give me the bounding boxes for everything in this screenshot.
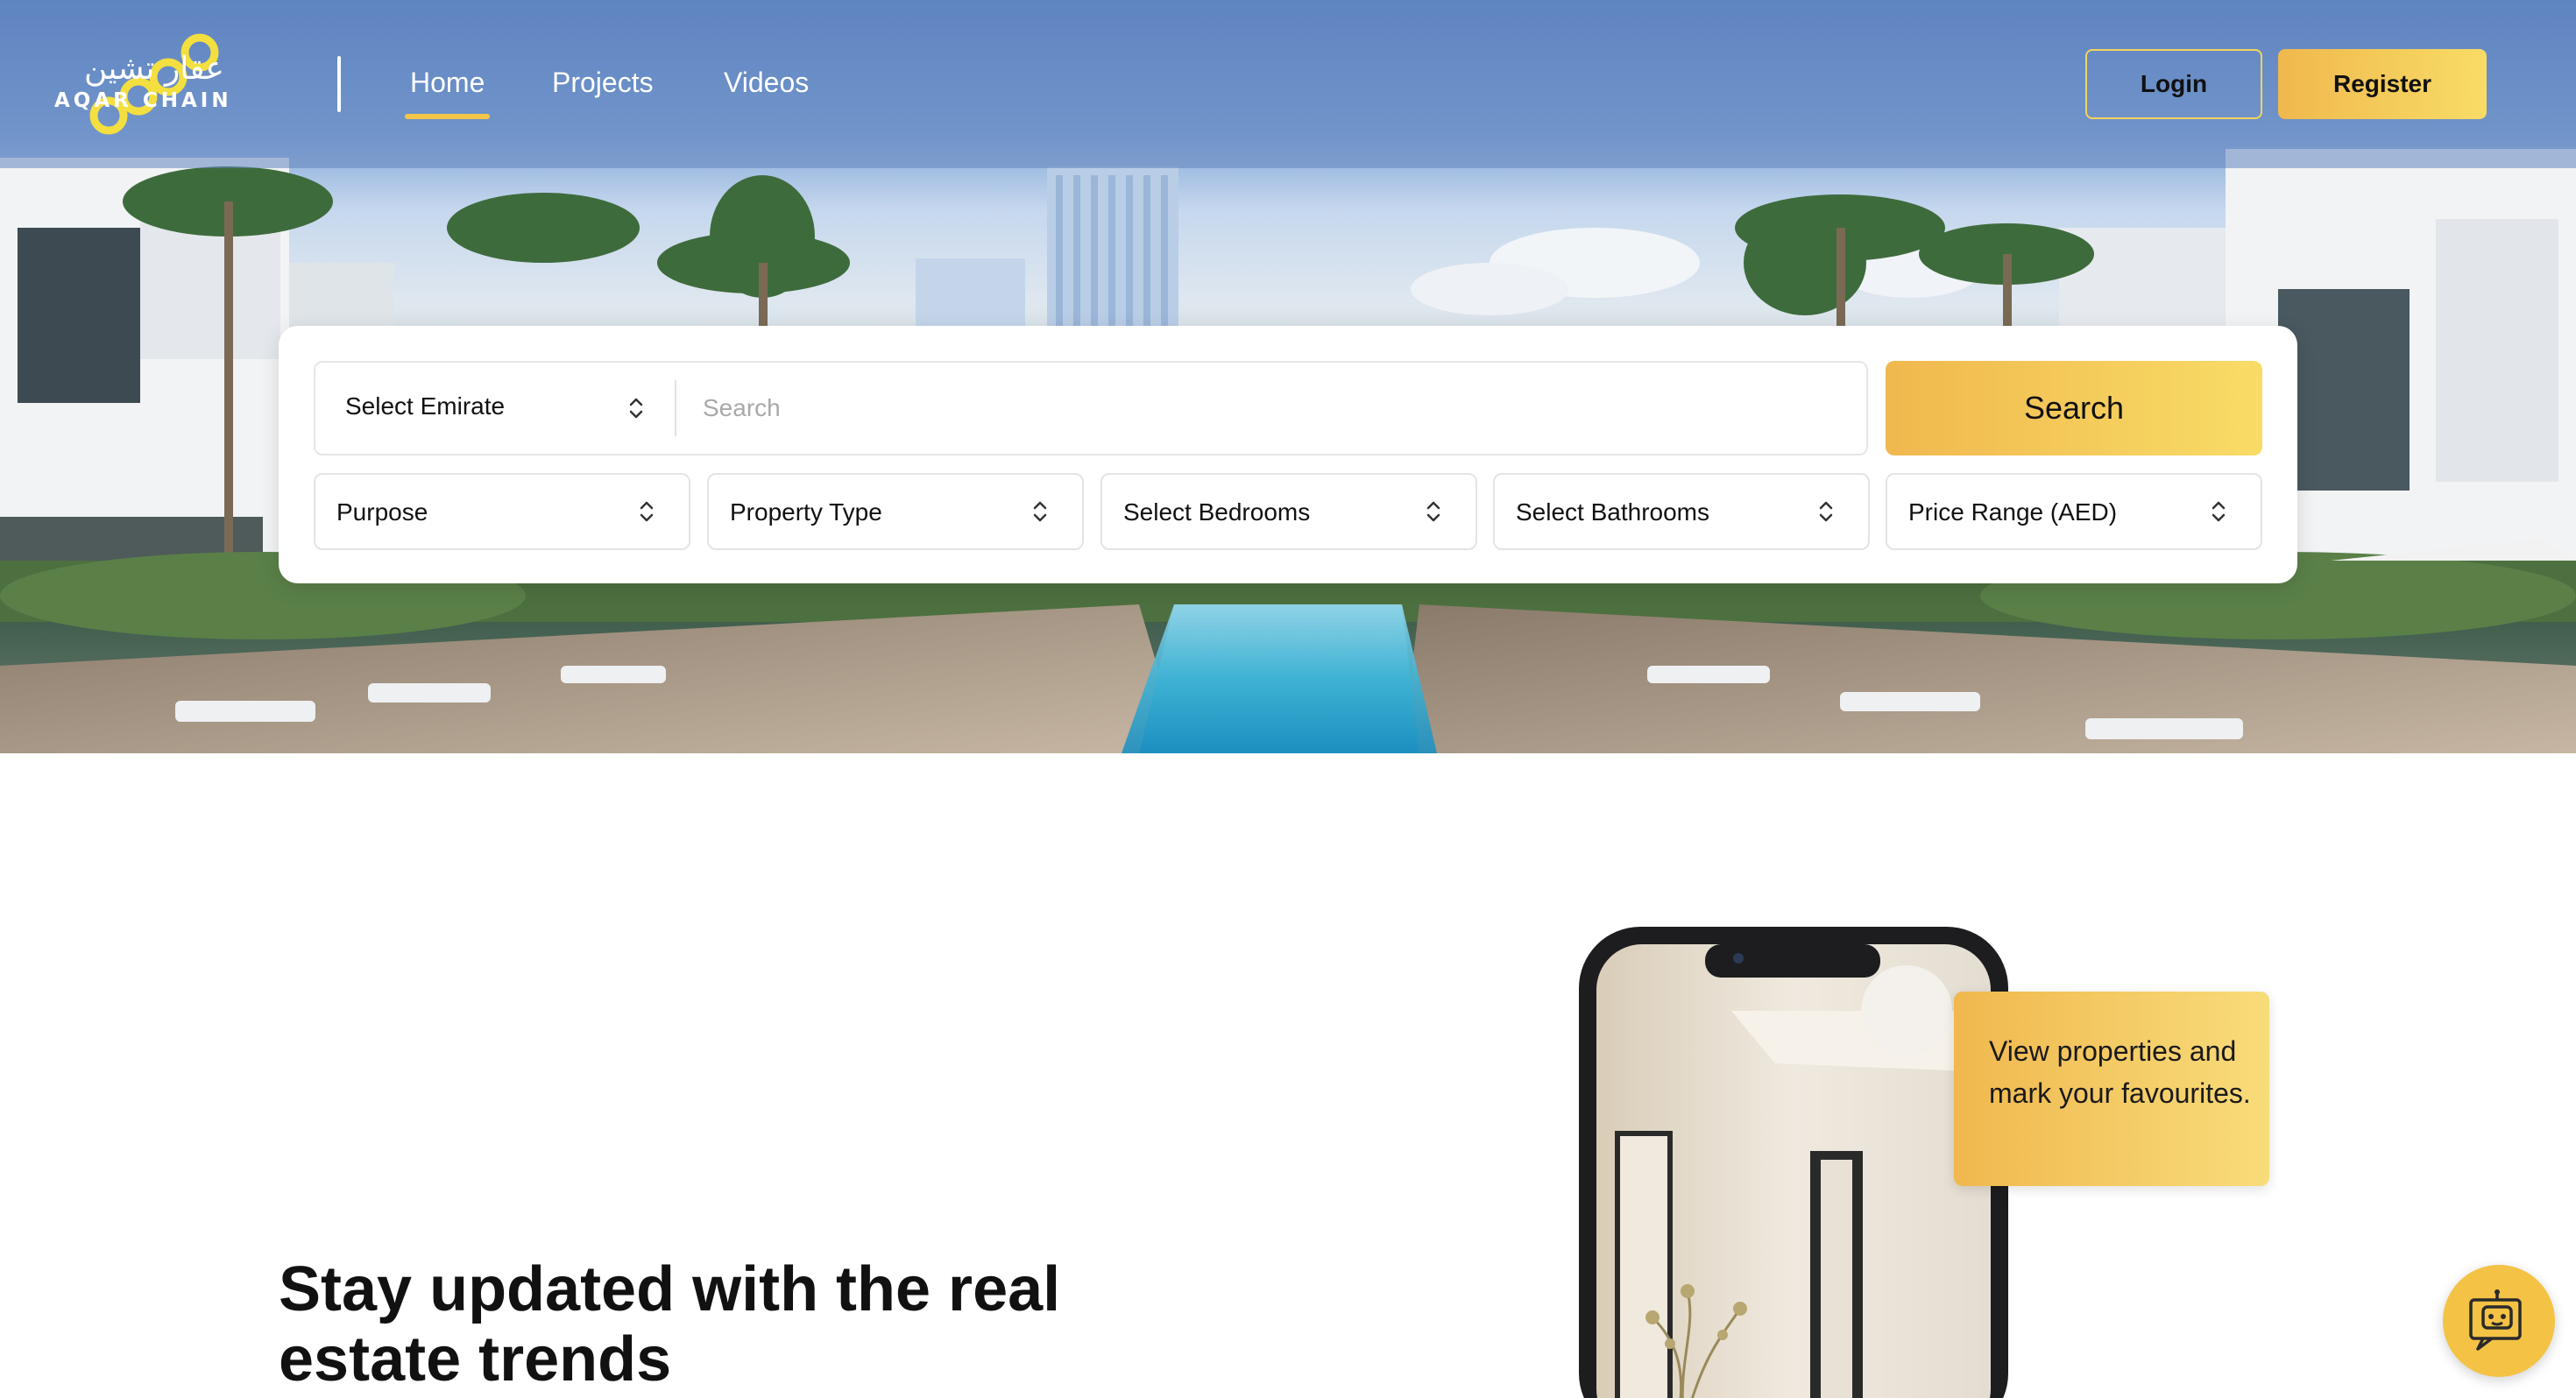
nav-link-home[interactable]: Home: [404, 67, 491, 119]
up-down-chevron-icon: [629, 398, 643, 419]
nav-divider: [337, 56, 341, 112]
nav-link-projects[interactable]: Projects: [552, 67, 654, 99]
top-navbar: عقار تشين AQAR CHAIN Home Projects Video…: [0, 0, 2576, 168]
price-range-select-label: Price Range (AED): [1908, 498, 2118, 526]
search-button[interactable]: Search: [1886, 361, 2262, 455]
up-down-chevron-icon: [2212, 501, 2226, 522]
purpose-select-label: Purpose: [336, 498, 428, 526]
bedrooms-select[interactable]: Select Bedrooms: [1100, 473, 1477, 550]
login-button[interactable]: Login: [2085, 49, 2262, 119]
search-card: Select Emirate Search Purpose Property T…: [279, 326, 2297, 583]
search-bar: Select Emirate: [314, 361, 1868, 455]
property-type-select[interactable]: Property Type: [707, 473, 1084, 550]
promo-headline: Stay updated with the real estate trends: [279, 1254, 1061, 1394]
up-down-chevron-icon: [1033, 501, 1047, 522]
callout-text: View properties and mark your favourites…: [1989, 1035, 2251, 1109]
chatbot-icon: [2469, 1289, 2522, 1351]
up-down-chevron-icon: [1426, 501, 1440, 522]
hero-banner: عقار تشين AQAR CHAIN Home Projects Video…: [0, 0, 2576, 753]
purpose-select[interactable]: Purpose: [314, 473, 690, 550]
price-range-select[interactable]: Price Range (AED): [1886, 473, 2262, 550]
bathrooms-select[interactable]: Select Bathrooms: [1493, 473, 1870, 550]
property-type-select-label: Property Type: [730, 498, 882, 526]
bathrooms-select-label: Select Bathrooms: [1516, 498, 1709, 526]
search-divider: [675, 380, 676, 436]
up-down-chevron-icon: [1819, 501, 1833, 522]
nav-link-videos[interactable]: Videos: [724, 67, 809, 99]
search-input[interactable]: [680, 364, 1854, 452]
favourites-callout: View properties and mark your favourites…: [1954, 992, 2269, 1186]
brand-name-english: AQAR CHAIN: [54, 89, 232, 112]
chatbot-button[interactable]: [2443, 1265, 2555, 1377]
register-button[interactable]: Register: [2278, 49, 2487, 119]
emirate-select-label: Select Emirate: [345, 392, 506, 420]
up-down-chevron-icon: [640, 501, 654, 522]
brand-name-arabic: عقار تشين: [84, 51, 224, 87]
bedrooms-select-label: Select Bedrooms: [1123, 498, 1311, 526]
phone-mockup: [1579, 927, 2008, 1398]
emirate-select[interactable]: Select Emirate: [315, 363, 675, 454]
